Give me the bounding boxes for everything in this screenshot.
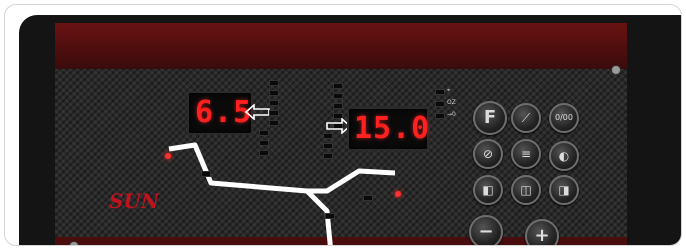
left-plane-indicator	[201, 171, 211, 177]
center-plane-indicator	[325, 213, 335, 219]
screw-top-right	[611, 65, 621, 75]
weight-icon: ◐	[558, 149, 570, 163]
screenshot-frame: 6.5 15.0 SUN ⌖ OZ →0 F ⟋ 0/00 ⊘ ≡ ◐ ◧ ◫ …	[4, 4, 682, 246]
wheel-width-button[interactable]: ⟋	[511, 103, 541, 133]
zero-led	[435, 113, 445, 119]
wheel-profile-graphic	[168, 142, 396, 245]
oz-led	[435, 101, 445, 107]
mode-led	[435, 89, 445, 95]
rim-left-button[interactable]: ◧	[473, 175, 503, 205]
mode-icon: ⌖	[447, 87, 451, 94]
oz-label: OZ	[447, 99, 456, 106]
rim-center-icon: ◫	[520, 183, 532, 197]
zero-label: →0	[447, 111, 456, 118]
slash-icon: ⊘	[482, 147, 494, 161]
balance-mode-button[interactable]: ⊘	[473, 139, 503, 169]
rim-right-icon: ◨	[558, 183, 570, 197]
sun-logo: SUN	[109, 189, 160, 213]
rim-left-icon: ◧	[482, 183, 494, 197]
weight-button[interactable]: ◐	[549, 141, 579, 171]
timer-label: 0/00	[555, 113, 573, 122]
left-display-value: 6.5	[195, 95, 253, 130]
plus-button[interactable]: +	[525, 219, 559, 245]
screw-bottom-left	[69, 241, 79, 245]
rim-right-button[interactable]: ◨	[549, 175, 579, 205]
rim-center-button[interactable]: ◫	[511, 175, 541, 205]
left-arrow-icon	[245, 104, 270, 120]
menu-button[interactable]: ≡	[511, 139, 541, 169]
right-plane-indicator	[363, 195, 373, 201]
minus-button[interactable]: −	[469, 215, 503, 245]
right-plane-led	[395, 191, 401, 197]
caliper-icon: ⟋	[521, 111, 531, 125]
function-button[interactable]: F	[473, 101, 507, 135]
menu-icon: ≡	[520, 147, 532, 161]
panel-top-stripe	[55, 23, 627, 69]
left-plane-led	[165, 153, 171, 159]
left-weight-display: 6.5	[187, 91, 253, 135]
control-panel: 6.5 15.0 SUN ⌖ OZ →0 F ⟋ 0/00 ⊘ ≡ ◐ ◧ ◫ …	[55, 23, 627, 245]
timer-button[interactable]: 0/00	[549, 103, 579, 133]
machine-housing: 6.5 15.0 SUN ⌖ OZ →0 F ⟋ 0/00 ⊘ ≡ ◐ ◧ ◫ …	[19, 15, 681, 245]
